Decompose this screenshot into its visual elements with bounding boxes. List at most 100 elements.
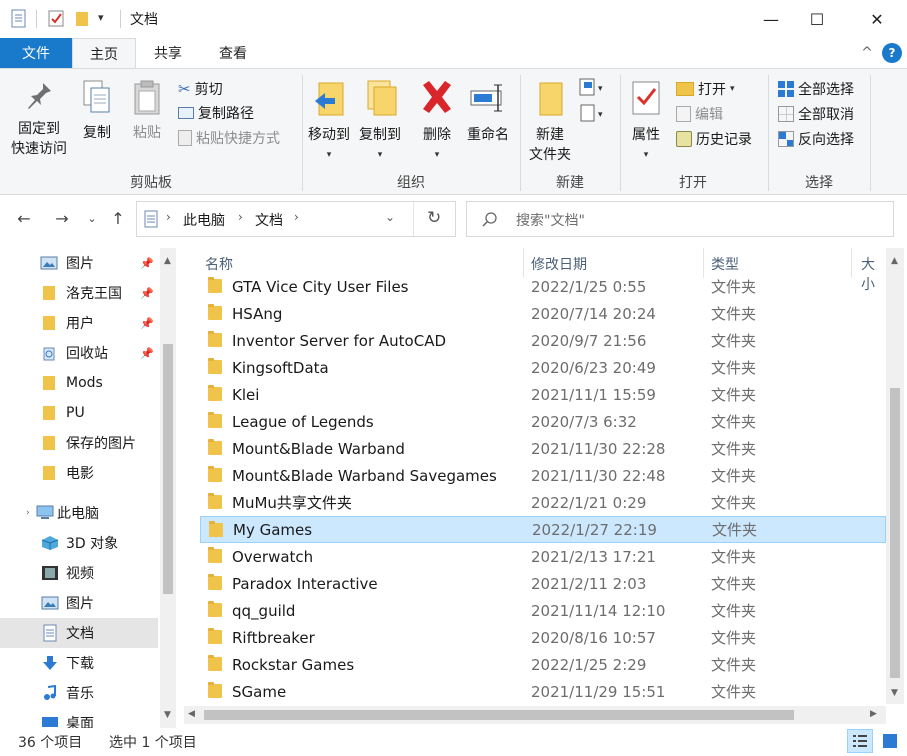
- invert-selection-button[interactable]: 反向选择: [778, 127, 854, 151]
- nav-item[interactable]: 用户 📌: [0, 308, 158, 338]
- nav-item[interactable]: 文档: [0, 618, 158, 648]
- breadcrumb-chevron-icon[interactable]: ›: [166, 210, 171, 224]
- file-row[interactable]: Mount&Blade Warband Savegames 2021/11/30 …: [200, 462, 886, 489]
- tab-file[interactable]: 文件: [0, 38, 72, 68]
- minimize-button[interactable]: —: [748, 0, 794, 38]
- tab-view[interactable]: 查看: [202, 38, 264, 68]
- open-button[interactable]: 打开 ▾: [676, 77, 735, 101]
- delete-button[interactable]: 删除 ▾: [416, 79, 458, 165]
- move-to-button[interactable]: 移动到 ▾: [305, 79, 353, 165]
- scroll-right-icon[interactable]: ▶: [870, 709, 877, 719]
- file-row[interactable]: MuMu共享文件夹 2022/1/21 0:29 文件夹: [200, 489, 886, 516]
- tab-share[interactable]: 共享: [138, 38, 198, 68]
- file-row[interactable]: Klei 2021/11/1 15:59 文件夹: [200, 381, 886, 408]
- file-row[interactable]: Riftbreaker 2020/8/16 10:57 文件夹: [200, 624, 886, 651]
- file-list-scrollbar[interactable]: ▲ ▼: [886, 248, 904, 704]
- copy-button[interactable]: 复制: [76, 79, 118, 143]
- file-row[interactable]: Paradox Interactive 2021/2/11 2:03 文件夹: [200, 570, 886, 597]
- tab-home[interactable]: 主页: [72, 38, 136, 68]
- file-row[interactable]: League of Legends 2020/7/3 6:32 文件夹: [200, 408, 886, 435]
- chevron-right-icon[interactable]: ›: [26, 508, 30, 518]
- file-row[interactable]: Overwatch 2021/2/13 17:21 文件夹: [200, 543, 886, 570]
- paste-shortcut-button[interactable]: 粘贴快捷方式: [178, 126, 280, 150]
- checkbox-icon[interactable]: [48, 9, 66, 29]
- file-row[interactable]: Inventor Server for AutoCAD 2020/9/7 21:5…: [200, 327, 886, 354]
- address-bar[interactable]: › 此电脑 › 文档 › ⌄ ↻: [136, 201, 456, 237]
- file-row[interactable]: HSAng 2020/7/14 20:24 文件夹: [200, 300, 886, 327]
- address-history-dropdown[interactable]: ⌄: [385, 210, 395, 224]
- file-row[interactable]: Rockstar Games 2022/1/25 2:29 文件夹: [200, 651, 886, 678]
- paste-button[interactable]: 粘贴: [126, 79, 168, 143]
- select-none-button[interactable]: 全部取消: [778, 102, 854, 126]
- breadcrumb-documents[interactable]: 文档: [255, 210, 283, 230]
- large-icons-view-button[interactable]: [877, 729, 903, 753]
- file-list[interactable]: ^ 名称 修改日期 类型 大小 GTA Vice City User Files…: [184, 248, 886, 704]
- edit-button[interactable]: 编辑: [676, 102, 723, 126]
- nav-item-this-pc[interactable]: › 此电脑: [0, 498, 158, 528]
- nav-item[interactable]: Mods: [0, 368, 158, 398]
- nav-item[interactable]: 图片 📌: [0, 248, 158, 278]
- forward-button[interactable]: →: [50, 206, 74, 230]
- refresh-button[interactable]: ↻: [427, 208, 441, 228]
- large-icons-view-icon: [883, 734, 897, 748]
- nav-item[interactable]: PU: [0, 398, 158, 428]
- nav-item[interactable]: 3D 对象: [0, 528, 158, 558]
- nav-item[interactable]: 回收站 📌: [0, 338, 158, 368]
- close-button[interactable]: ✕: [854, 0, 900, 38]
- file-list-scrollbar-thumb[interactable]: [890, 388, 900, 678]
- history-button[interactable]: 历史记录: [676, 127, 752, 151]
- properties-icon[interactable]: [10, 9, 28, 29]
- folder-icon[interactable]: [74, 10, 90, 28]
- scroll-up-icon[interactable]: ▲: [164, 256, 171, 266]
- cut-button[interactable]: ✂ 剪切: [178, 77, 223, 101]
- scroll-up-icon[interactable]: ▲: [891, 256, 898, 266]
- collapse-ribbon-icon[interactable]: ^: [857, 44, 877, 62]
- folder-icon: [208, 574, 222, 590]
- copy-path-icon: [178, 107, 194, 119]
- nav-scrollbar[interactable]: ▲ ▼: [160, 248, 176, 728]
- file-row[interactable]: My Games 2022/1/27 22:19 文件夹: [200, 516, 886, 543]
- file-row[interactable]: GTA Vice City User Files 2022/1/25 0:55 文件…: [200, 273, 886, 300]
- breadcrumb-chevron-icon[interactable]: ›: [238, 210, 243, 224]
- quick-access-dropdown[interactable]: ▾: [98, 11, 104, 24]
- scroll-left-icon[interactable]: ◀: [188, 709, 195, 719]
- file-row[interactable]: SGame 2021/11/29 15:51 文件夹: [200, 678, 886, 704]
- back-button[interactable]: ←: [12, 206, 36, 230]
- scroll-down-icon[interactable]: ▼: [164, 710, 171, 720]
- nav-item[interactable]: 保存的图片: [0, 428, 158, 458]
- search-placeholder[interactable]: 搜索"文档": [516, 210, 585, 230]
- recent-locations-button[interactable]: ⌄: [82, 206, 102, 230]
- breadcrumb-chevron-icon[interactable]: ›: [294, 210, 299, 224]
- new-folder-button[interactable]: 新建 文件夹: [524, 79, 576, 165]
- help-icon[interactable]: ?: [882, 43, 902, 63]
- breadcrumb-this-pc[interactable]: 此电脑: [183, 210, 225, 230]
- navigation-pane[interactable]: 图片 📌 洛克王国 📌 用户 📌 回收站 📌 Mods PU 保存的图片 电影 › 此电脑 3D 对象…: [0, 248, 176, 728]
- file-row[interactable]: qq_guild 2021/11/14 12:10 文件夹: [200, 597, 886, 624]
- easy-access-button[interactable]: ▾: [578, 103, 608, 125]
- file-row[interactable]: Mount&Blade Warband 2021/11/30 22:28 文件夹: [200, 435, 886, 462]
- properties-button[interactable]: 属性 ▾: [624, 79, 668, 165]
- search-box[interactable]: 搜索"文档": [466, 201, 894, 237]
- nav-item[interactable]: 图片: [0, 588, 158, 618]
- copy-to-button[interactable]: 复制到 ▾: [356, 79, 404, 165]
- scroll-down-icon[interactable]: ▼: [891, 688, 898, 698]
- select-all-button[interactable]: 全部选择: [778, 77, 854, 101]
- new-item-button[interactable]: ▾: [578, 77, 608, 99]
- nav-item[interactable]: 音乐: [0, 678, 158, 708]
- details-view-button[interactable]: [847, 729, 873, 753]
- nav-item[interactable]: 视频: [0, 558, 158, 588]
- copy-path-button[interactable]: 复制路径: [178, 101, 254, 125]
- nav-item[interactable]: 桌面: [0, 708, 158, 728]
- up-button[interactable]: ↑: [106, 206, 130, 230]
- pin-to-quick-access-button[interactable]: 固定到 快速访问: [6, 79, 72, 159]
- horizontal-scrollbar[interactable]: ◀ ▶: [184, 706, 886, 724]
- details-view-icon: [853, 735, 867, 747]
- nav-item[interactable]: 下载: [0, 648, 158, 678]
- maximize-button[interactable]: ☐: [794, 0, 840, 38]
- nav-scrollbar-thumb[interactable]: [163, 344, 173, 594]
- nav-item[interactable]: 洛克王国 📌: [0, 278, 158, 308]
- horizontal-scrollbar-thumb[interactable]: [204, 710, 794, 720]
- nav-item[interactable]: 电影: [0, 458, 158, 488]
- file-row[interactable]: KingsoftData 2020/6/23 20:49 文件夹: [200, 354, 886, 381]
- rename-button[interactable]: 重命名: [462, 79, 514, 145]
